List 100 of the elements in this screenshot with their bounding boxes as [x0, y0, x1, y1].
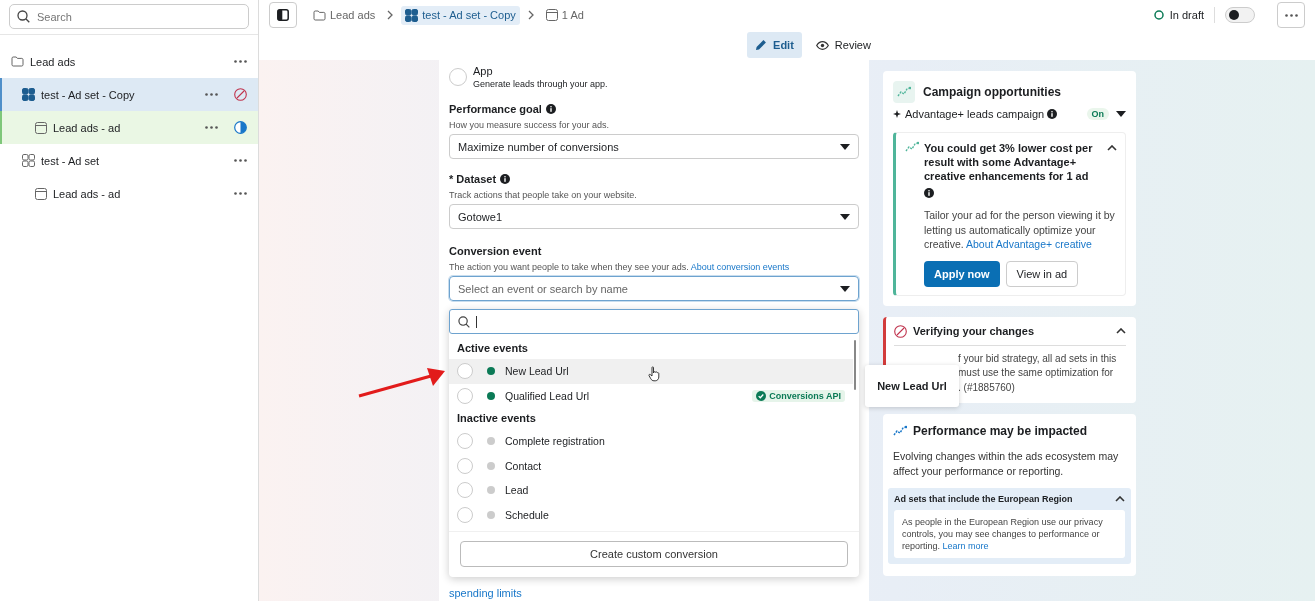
info-icon[interactable] — [1047, 109, 1058, 119]
dropdown-field[interactable]: Select an event or search by name — [449, 276, 859, 301]
event-option[interactable]: New Lead Url — [449, 359, 853, 384]
spending-limits-link[interactable]: spending limits — [449, 587, 859, 599]
search-icon — [458, 315, 470, 328]
caret-icon — [840, 143, 850, 150]
radio-button[interactable] — [457, 363, 473, 380]
event-option[interactable]: Qualified Lead Url Conversions API — [449, 383, 853, 408]
chevron-right-icon — [527, 10, 534, 20]
create-button[interactable]: Create custom conversion — [460, 541, 848, 567]
tooltip: New Lead Url — [865, 365, 959, 407]
event-option[interactable]: Complete registration — [449, 429, 853, 454]
text-cursor — [476, 315, 477, 328]
radio-button[interactable] — [457, 457, 473, 474]
grid-icon — [22, 154, 35, 167]
field-help: Track actions that people take on your website. — [449, 190, 638, 200]
apply-button[interactable]: Apply now — [924, 260, 1000, 287]
breadcrumb-item[interactable]: 1 Ad — [541, 6, 588, 24]
card-title: Campaign opportunities — [923, 85, 1061, 99]
toggle-switch[interactable] — [1225, 7, 1255, 23]
breadcrumb-item[interactable]: Lead ads — [309, 6, 380, 24]
collapse-icon[interactable] — [1107, 145, 1117, 151]
folder-icon — [313, 9, 326, 21]
pencil-icon — [755, 39, 768, 51]
caret-icon — [840, 285, 850, 292]
draft-status: In draft — [1169, 9, 1204, 21]
search-field[interactable]: Search — [9, 4, 249, 29]
breadcrumb-item[interactable]: test - Ad set - Copy — [401, 5, 520, 25]
caret-icon — [1116, 111, 1126, 117]
trend-icon — [905, 141, 919, 153]
recommendation-title: You could get 3% lower cost per result with some Advantage+ creative enhancements for 1 ad — [924, 141, 1094, 183]
view-button[interactable]: View in ad — [1005, 260, 1079, 287]
tree-item[interactable]: Lead ads - ad — [0, 111, 258, 144]
mode-tab[interactable]: Edit — [747, 32, 802, 58]
search-icon — [17, 10, 30, 23]
blocked-icon — [894, 324, 907, 338]
event-option[interactable]: Schedule — [449, 502, 853, 527]
tree-item[interactable]: Lead ads - ad — [0, 177, 258, 210]
check-circle-icon — [756, 390, 767, 401]
tree-item[interactable]: test - Ad set — [0, 144, 258, 177]
collapse-icon[interactable] — [1115, 496, 1125, 502]
help-link[interactable]: About conversion events — [690, 262, 790, 272]
field-label: Performance goal — [449, 103, 542, 115]
radio-button[interactable] — [449, 68, 467, 86]
card-text: Evolving changes within the ads ecosystem may affect your performance or reporting. — [893, 449, 1120, 478]
panel-icon — [277, 9, 289, 21]
card-title: Verifying your changes — [913, 325, 1035, 337]
card-title: Performance may be impacted — [913, 424, 1088, 438]
radio-button[interactable] — [457, 506, 473, 523]
window-icon — [545, 9, 558, 21]
window-icon — [35, 121, 47, 134]
caret-icon — [840, 213, 850, 220]
event-option[interactable]: Contact — [449, 453, 853, 478]
event-option[interactable]: Lead — [449, 478, 853, 503]
field-label: * Dataset — [449, 173, 497, 185]
recommendation-text: Tailor your ad for the person viewing it by letting us automatically optimize your creative. About Advantage+ creative — [924, 208, 1116, 252]
info-icon[interactable] — [545, 104, 556, 114]
mode-tab[interactable]: Review — [807, 32, 879, 58]
field-label: Conversion event — [449, 245, 542, 257]
status-circle-icon — [1153, 10, 1164, 20]
folder-icon — [11, 56, 24, 67]
group-heading: Active events — [456, 341, 529, 356]
chevron-right-icon — [387, 10, 394, 20]
hand-cursor-icon — [648, 366, 660, 382]
radio-button[interactable] — [457, 433, 473, 450]
trend-icon — [893, 425, 907, 437]
verification-text: f your bid strategy, all ad sets in this — [958, 351, 1117, 366]
info-icon[interactable] — [924, 188, 934, 198]
radio-button[interactable] — [457, 387, 473, 404]
window-icon — [35, 187, 47, 200]
more-icon[interactable] — [205, 126, 218, 129]
option-label: App — [473, 65, 494, 77]
radio-button[interactable] — [457, 482, 473, 499]
grid-icon — [405, 8, 419, 22]
sidebar-toggle-button[interactable] — [269, 2, 297, 28]
sparkle-icon — [893, 109, 902, 119]
tree-item[interactable]: test - Ad set - Copy — [0, 78, 258, 111]
status-badge: Conversions API — [752, 389, 845, 402]
field-help: The action you want people to take when they see your ads. About conversion events — [449, 262, 791, 272]
more-icon[interactable] — [1284, 13, 1298, 17]
dropdown-field[interactable]: Maximize number of conversions — [449, 134, 859, 159]
tree-item[interactable]: Lead ads — [0, 45, 258, 78]
search-field[interactable] — [449, 309, 859, 334]
grid-icon — [22, 88, 35, 101]
collapse-icon[interactable] — [1116, 328, 1126, 334]
trend-icon — [897, 86, 911, 98]
field-help: How you measure success for your ads. — [449, 120, 611, 130]
dropdown-field[interactable]: Gotowe1 — [449, 204, 859, 229]
more-icon[interactable] — [205, 93, 218, 96]
more-icon[interactable] — [234, 60, 247, 63]
verification-text: . (#1885760) — [958, 380, 1015, 395]
info-icon[interactable] — [500, 174, 511, 184]
verification-text: must use the same optimization for — [958, 366, 1114, 380]
advantage-link[interactable]: About Advantage+ creative — [966, 238, 1092, 250]
group-heading: Inactive events — [456, 411, 537, 426]
option-description: Generate leads through your app. — [473, 79, 608, 89]
learn-more-link[interactable]: Learn more — [942, 541, 989, 551]
more-icon[interactable] — [234, 159, 247, 162]
status-badge: On — [1086, 108, 1109, 120]
more-icon[interactable] — [234, 192, 247, 195]
